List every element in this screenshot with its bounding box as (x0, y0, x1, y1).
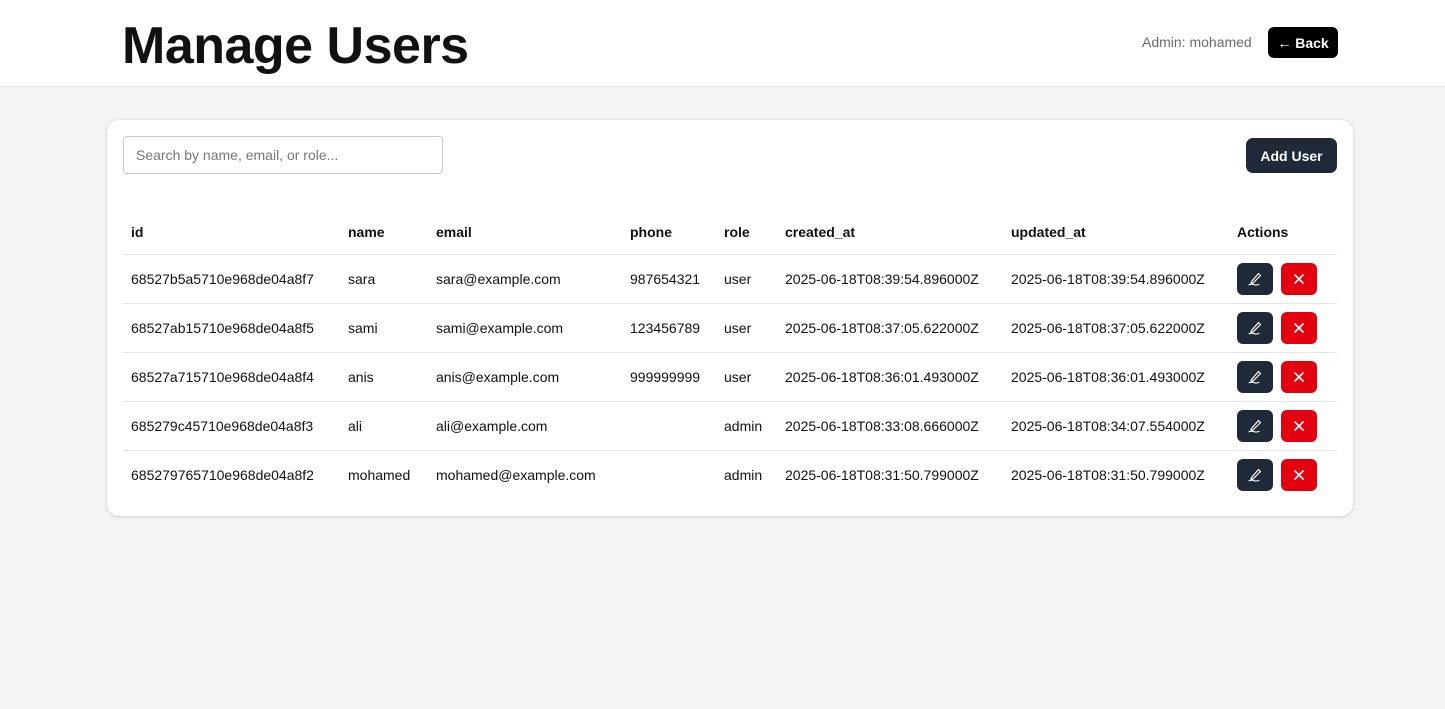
cell-created-at: 2025-06-18T08:33:08.666000Z (777, 401, 1003, 451)
column-header-email: email (428, 210, 622, 255)
cell-id: 685279765710e968de04a8f2 (131, 466, 314, 483)
cell-actions (1229, 254, 1337, 304)
cell-phone: 999999999 (622, 352, 716, 402)
table-row: 685279765710e968de04a8f2 mohamed mohamed@e… (123, 450, 1337, 499)
edit-user-button[interactable] (1237, 409, 1273, 442)
cell-updated-at: 2025-06-18T08:34:07.554000Z (1003, 401, 1229, 451)
signature-pen-icon (1248, 468, 1262, 482)
edit-user-button[interactable] (1237, 458, 1273, 491)
users-card: Add User idnameemailphonerolecreated_atu… (107, 120, 1353, 516)
cell-phone (622, 450, 716, 499)
cell-phone: 123456789 (622, 303, 716, 353)
cell-updated-at: 2025-06-18T08:37:05.622000Z (1003, 303, 1229, 353)
users-table: id name email phone role created_at updated_at… (123, 210, 1337, 499)
cell-actions (1229, 450, 1337, 499)
cell-id: 68527ab15710e968de04a8f5 (123, 303, 340, 353)
cell-role: admin (724, 466, 763, 483)
add-user-button[interactable]: Add User (1246, 138, 1337, 173)
column-header-created-at: created_at (777, 210, 1003, 255)
cell-role: user (716, 303, 777, 353)
column-header-id: id (123, 210, 340, 255)
cell-actions (1229, 352, 1337, 402)
row-actions (1237, 458, 1329, 491)
edit-user-button[interactable] (1237, 311, 1273, 344)
row-actions (1237, 311, 1329, 344)
cell-name: sara (340, 254, 428, 304)
delete-user-button[interactable] (1281, 409, 1317, 442)
back-button[interactable]: ← Back (1268, 27, 1338, 58)
close-x-icon (1294, 322, 1304, 333)
table-row: 68527a715710e968de04a8f4 anis anis@example… (123, 352, 1337, 402)
cell-created-at: 2025-06-18T08:31:50.799000Z (785, 466, 979, 483)
cell-role: admin (716, 401, 777, 451)
column-header-updated-at: updated_at (1003, 210, 1229, 255)
cell-email: mohamed@example.com (436, 466, 596, 483)
column-header-role: role (716, 210, 777, 255)
cell-role: user (716, 352, 777, 402)
cell-name: ali (340, 401, 428, 451)
cell-email: anis@example.com (428, 352, 622, 402)
column-header-name: name (340, 210, 428, 255)
table-row: 68527ab15710e968de04a8f5 sami sami@example… (123, 303, 1337, 353)
cell-actions (1229, 401, 1337, 451)
delete-user-button[interactable] (1281, 262, 1317, 295)
table-header-row: id name email phone role created_at updated_at… (123, 210, 1337, 255)
cell-email: sami@example.com (428, 303, 622, 353)
delete-user-button[interactable] (1281, 458, 1317, 491)
column-header-actions: Actions (1229, 210, 1337, 255)
signature-pen-icon (1248, 272, 1262, 286)
row-actions (1237, 409, 1329, 442)
cell-updated-at: 2025-06-18T08:39:54.896000Z (1003, 254, 1229, 304)
cell-id: 68527a715710e968de04a8f4 (123, 352, 340, 402)
table-body: 68527b5a5710e968de04a8f7 sara sara@example… (123, 254, 1337, 499)
cell-name: mohamed (348, 466, 411, 483)
signature-pen-icon (1248, 321, 1262, 335)
close-x-icon (1294, 469, 1304, 480)
column-header-phone: phone (622, 210, 716, 255)
cell-actions (1229, 303, 1337, 353)
close-x-icon (1294, 273, 1304, 284)
cell-role: user (716, 254, 777, 304)
edit-user-button[interactable] (1237, 262, 1273, 295)
table-row: 685279c45710e968de04a8f3 ali ali@example.c… (123, 401, 1337, 451)
row-actions (1237, 262, 1329, 295)
cell-id: 68527b5a5710e968de04a8f7 (123, 254, 340, 304)
cell-created-at: 2025-06-18T08:39:54.896000Z (777, 254, 1003, 304)
signature-pen-icon (1248, 419, 1262, 433)
admin-label: Admin: mohamed (1142, 34, 1252, 50)
cell-phone (622, 401, 716, 451)
cell-email: sara@example.com (428, 254, 622, 304)
close-x-icon (1294, 371, 1304, 382)
row-actions (1237, 360, 1329, 393)
page-title: Manage Users (122, 17, 469, 75)
cell-created-at: 2025-06-18T08:37:05.622000Z (777, 303, 1003, 353)
cell-phone: 987654321 (622, 254, 716, 304)
page-header: Manage Users Admin: mohamed ← Back (0, 0, 1445, 87)
signature-pen-icon (1248, 370, 1262, 384)
delete-user-button[interactable] (1281, 360, 1317, 393)
cell-created-at: 2025-06-18T08:36:01.493000Z (777, 352, 1003, 402)
cell-email: ali@example.com (428, 401, 622, 451)
cell-id: 685279c45710e968de04a8f3 (123, 401, 340, 451)
table-row: 68527b5a5710e968de04a8f7 sara sara@example… (123, 254, 1337, 304)
cell-name: anis (340, 352, 428, 402)
delete-user-button[interactable] (1281, 311, 1317, 344)
cell-updated-at: 2025-06-18T08:36:01.493000Z (1003, 352, 1229, 402)
cell-updated-at: 2025-06-18T08:31:50.799000Z (1011, 466, 1205, 483)
search-input[interactable] (123, 136, 443, 174)
cell-name: sami (340, 303, 428, 353)
close-x-icon (1294, 420, 1304, 431)
edit-user-button[interactable] (1237, 360, 1273, 393)
